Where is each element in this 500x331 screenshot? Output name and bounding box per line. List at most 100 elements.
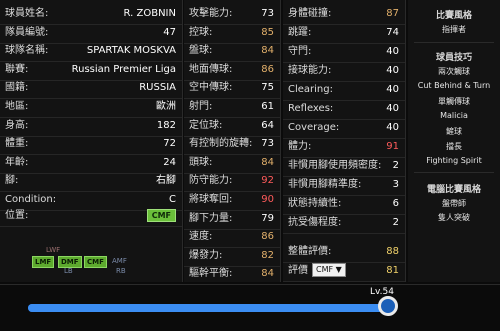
position-label: 位置:	[5, 210, 29, 221]
rating-value: 81	[386, 265, 399, 276]
attribute-gk-row: 體力: 91	[283, 137, 405, 158]
level-slider-fill	[28, 304, 388, 312]
attribute-label: 頭球:	[189, 156, 213, 168]
rating-position-select[interactable]: CMF ▼	[312, 263, 346, 277]
position-row: 位置: CMF	[0, 206, 182, 227]
attribute-gk-value: 2	[392, 160, 399, 171]
attribute-gk-value: 91	[386, 141, 399, 152]
attribute-label: 腳下力量:	[189, 212, 233, 224]
profile-value: 72	[163, 138, 176, 150]
attribute-gk-value: 40	[386, 65, 399, 76]
profile-value: R. ZOBNIN	[123, 8, 176, 19]
overall-label: 整體評價:	[288, 246, 332, 257]
attribute-gk-row: 跳躍: 74	[283, 23, 405, 44]
attribute-gk-value: 87	[386, 8, 399, 19]
attribute-gk-label: Coverage:	[288, 122, 340, 133]
attribute-gk-value: 40	[386, 84, 399, 95]
attribute-label: 地面傳球:	[189, 63, 233, 75]
profile-label: 隊員編號:	[5, 26, 49, 38]
attribute-gk-row: 非慣用腳使用頻密度: 2	[283, 156, 405, 177]
attribute-gk-value: 40	[386, 103, 399, 114]
skill-item: 擋長	[446, 142, 462, 151]
profile-value: Russian Premier Liga	[71, 63, 176, 75]
attribute-gk-label: 非慣用腳精準度:	[288, 179, 362, 190]
attribute-gk-label: 接球能力:	[288, 65, 332, 76]
attribute-gk-label: Reflexes:	[288, 103, 334, 114]
ai-style-title: 電腦比賽風格	[426, 185, 481, 195]
play-style-value: 指揮者	[442, 25, 466, 34]
attribute-value: 61	[261, 101, 274, 112]
skill-item: Cut Behind & Turn	[417, 81, 491, 90]
profile-label: 地區:	[5, 101, 29, 112]
pos-amf: AMF	[112, 257, 127, 265]
attributes-gk-panel: 身體碰撞: 87 跳躍: 74 守門: 40 接球能力: 40 Clearing: 40 Refle…	[283, 0, 406, 282]
attribute-gk-label: 非慣用腳使用頻密度:	[288, 160, 382, 171]
attribute-value: 84	[261, 156, 274, 168]
profile-value: 47	[163, 26, 176, 38]
attribute-gk-value: 74	[386, 27, 399, 38]
attribute-gk-row: Coverage: 40	[283, 118, 405, 139]
ai-style-item: 隻人突破	[438, 213, 470, 222]
profile-label: 年齡:	[5, 156, 29, 168]
skill-item: Fighting Spirit	[426, 156, 482, 165]
overall-row: 整體評價: 88	[283, 242, 405, 263]
profile-value: 歐洲	[156, 101, 176, 112]
attribute-value: 84	[261, 45, 274, 57]
rating-row: 評價 CMF ▼ 81	[283, 261, 405, 282]
attribute-value: 64	[261, 119, 274, 131]
profile-panel: 球員姓名: R. ZOBNIN 隊員編號: 47 球隊名稱: SPARTAK MOSKVA…	[0, 0, 183, 282]
pos-lb: LB	[64, 267, 73, 275]
attribute-label: 速度:	[189, 231, 213, 243]
profile-label: 體重:	[5, 138, 29, 150]
pos-lmf: LMF	[32, 256, 55, 268]
profile-value: 182	[156, 119, 176, 131]
position-badge: CMF	[146, 209, 176, 222]
attribute-label: 空中傳球:	[189, 82, 233, 94]
attribute-label: 爆發力:	[189, 249, 223, 261]
level-slider-track[interactable]	[28, 304, 388, 312]
profile-label: 腳:	[5, 175, 19, 187]
attribute-label: 控球:	[189, 26, 213, 38]
skills-title: 球員技巧	[435, 53, 472, 63]
profile-label: 球隊名稱:	[5, 45, 49, 57]
profile-value: 24	[163, 156, 176, 168]
overall-value: 88	[386, 246, 399, 257]
skill-item: Malicia	[440, 111, 468, 120]
level-slider-bar: Lv.54	[0, 284, 500, 331]
attribute-value: 86	[261, 231, 274, 243]
attribute-label: 盤球:	[189, 45, 213, 57]
attribute-gk-row: 狀態持續性: 6	[283, 194, 405, 215]
pos-rb: RB	[116, 267, 126, 275]
style-panel: 比賽風格 指揮者 球員技巧 兩次觸球 Cut Behind & Turn 單觸傳球 M…	[408, 0, 500, 282]
profile-label: 聯賽:	[5, 63, 29, 75]
attribute-gk-label: 狀態持續性:	[288, 198, 342, 209]
pos-lwf: LWF	[46, 246, 61, 254]
attribute-label: 防守能力:	[189, 175, 233, 187]
attribute-gk-label: 抗受傷程度:	[288, 217, 342, 228]
attributes-panel: 攻擊能力: 73 控球: 85 盤球: 84 地面傳球: 86 空中傳球: 75 射門: 61 定位球:…	[184, 0, 281, 286]
rating-label: 評價 CMF ▼	[288, 261, 346, 281]
profile-value: SPARTAK MOSKVA	[86, 45, 176, 57]
divider	[414, 172, 494, 173]
ai-style-item: 盤帶師	[442, 199, 466, 208]
attribute-label: 驅幹平衡:	[189, 268, 233, 280]
attribute-value: 92	[261, 175, 274, 187]
profile-value: RUSSIA	[139, 82, 176, 94]
attribute-gk-label: 身體碰撞:	[288, 8, 332, 19]
attribute-value: 85	[261, 26, 274, 38]
level-slider-thumb[interactable]	[378, 296, 398, 316]
attribute-value: 73	[261, 138, 274, 150]
attribute-gk-value: 40	[386, 122, 399, 133]
attribute-gk-label: 體力:	[288, 141, 312, 152]
play-style-title: 比賽風格	[435, 11, 472, 21]
attribute-value: 86	[261, 63, 274, 75]
attribute-value: 73	[261, 8, 274, 19]
attribute-label: 有控制的旋轉:	[189, 138, 253, 150]
profile-label: 身高:	[5, 119, 29, 131]
attribute-row: 驅幹平衡: 84	[184, 264, 280, 286]
profile-label: 國籍:	[5, 82, 29, 94]
attribute-gk-value: 3	[392, 179, 399, 190]
attribute-value: 79	[261, 212, 274, 224]
attribute-label: 將球奪回:	[189, 194, 233, 205]
attribute-gk-label: 守門:	[288, 46, 312, 57]
